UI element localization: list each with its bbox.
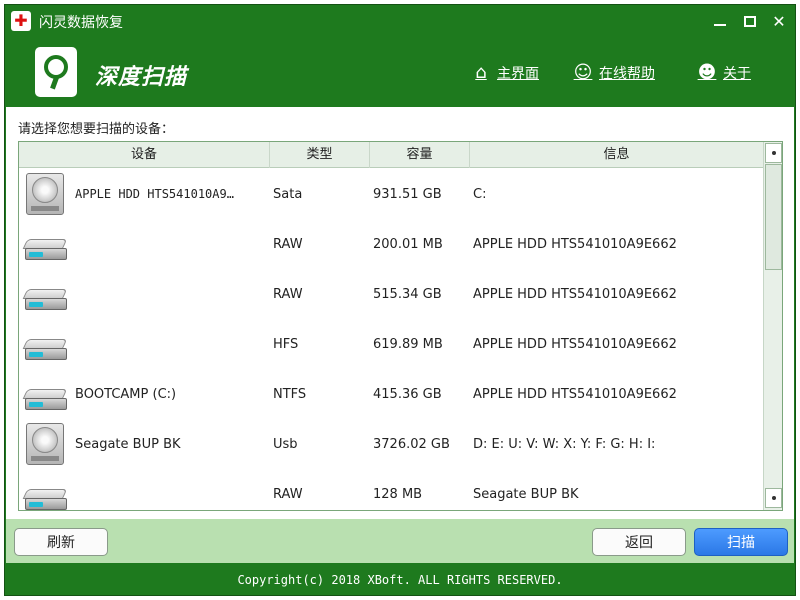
- device-type: Sata: [273, 186, 303, 202]
- table-header: 设备 类型 容量 信息: [19, 142, 763, 168]
- table-row[interactable]: APPLE HDD HTS541010A9… Sata 931.51 GB C:: [19, 169, 763, 219]
- device-name: APPLE HDD HTS541010A9…: [75, 187, 234, 201]
- user-help-icon: ☺: [573, 62, 593, 83]
- partition-drive-icon: [22, 239, 68, 263]
- device-type: RAW: [273, 236, 303, 252]
- column-header-device[interactable]: 设备: [19, 142, 270, 168]
- hard-disk-logo-icon: [35, 47, 77, 97]
- close-icon: ✕: [772, 11, 786, 31]
- table-row[interactable]: BOOTCAMP (C:) NTFS 415.36 GB APPLE HDD H…: [19, 369, 763, 419]
- nav-help-link[interactable]: ☺ 在线帮助: [573, 63, 655, 83]
- app-logo-icon: ✚: [11, 11, 31, 31]
- device-info: APPLE HDD HTS541010A9E662: [473, 286, 677, 302]
- device-info: C:: [473, 186, 487, 202]
- button-bar: 刷新 返回 扫描: [6, 519, 794, 563]
- device-capacity: 931.51 GB: [373, 186, 442, 202]
- home-icon: ⌂: [475, 62, 487, 83]
- device-capacity: 515.34 GB: [373, 286, 442, 302]
- device-type: HFS: [273, 336, 299, 352]
- table-row[interactable]: RAW 515.34 GB APPLE HDD HTS541010A9E662: [19, 269, 763, 319]
- scroll-down-icon: [771, 496, 776, 500]
- device-capacity: 128 MB: [373, 486, 423, 502]
- device-capacity: 415.36 GB: [373, 386, 442, 402]
- scroll-down-button[interactable]: [765, 488, 782, 508]
- maximize-button[interactable]: [739, 11, 761, 31]
- table-body: APPLE HDD HTS541010A9… Sata 931.51 GB C:…: [19, 169, 763, 510]
- device-type: RAW: [273, 486, 303, 502]
- header: 深度扫描 ⌂ 主界面 ☺ 在线帮助 ☻ 关于: [5, 37, 795, 105]
- select-device-prompt: 请选择您想要扫描的设备：: [18, 122, 175, 137]
- device-info: D: E: U: V: W: X: Y: F: G: H: I:: [473, 436, 656, 452]
- content-area: 请选择您想要扫描的设备： 设备 类型 容量 信息 APPLE HDD HTS54…: [6, 107, 794, 519]
- partition-drive-icon: [22, 489, 68, 510]
- scroll-up-icon: [771, 151, 776, 155]
- minimize-button[interactable]: [709, 11, 731, 31]
- device-type: NTFS: [273, 386, 307, 402]
- device-info: APPLE HDD HTS541010A9E662: [473, 236, 677, 252]
- column-header-info[interactable]: 信息: [470, 142, 763, 168]
- smiley-icon: ☻: [697, 62, 717, 83]
- device-info: APPLE HDD HTS541010A9E662: [473, 336, 677, 352]
- device-type: RAW: [273, 286, 303, 302]
- hard-disk-icon: [23, 421, 67, 467]
- device-info: APPLE HDD HTS541010A9E662: [473, 386, 677, 402]
- page-title: 深度扫描: [95, 65, 188, 90]
- device-capacity: 619.89 MB: [373, 336, 443, 352]
- window-title: 闪灵数据恢复: [39, 15, 123, 31]
- partition-drive-icon: [22, 289, 68, 313]
- app-window: ✚ 闪灵数据恢复 ✕ 深度扫描 ⌂ 主界面 ☺ 在线帮助 ☻ 关于 请选择您想要…: [4, 4, 796, 596]
- hard-disk-icon: [23, 171, 67, 217]
- device-info: Seagate BUP BK: [473, 486, 579, 502]
- column-header-capacity[interactable]: 容量: [370, 142, 470, 168]
- device-capacity: 200.01 MB: [373, 236, 443, 252]
- title-bar: ✚ 闪灵数据恢复 ✕: [5, 5, 795, 37]
- device-type: Usb: [273, 436, 298, 452]
- device-name: BOOTCAMP (C:): [75, 386, 177, 402]
- scrollbar-thumb[interactable]: [765, 164, 782, 270]
- partition-drive-icon: [22, 339, 68, 363]
- refresh-button[interactable]: 刷新: [14, 528, 108, 556]
- nav-home-link[interactable]: ⌂ 主界面: [471, 63, 539, 83]
- device-capacity: 3726.02 GB: [373, 436, 450, 452]
- table-row[interactable]: RAW 128 MB Seagate BUP BK: [19, 469, 763, 510]
- nav-home-label: 主界面: [497, 66, 539, 82]
- minimize-icon: [714, 24, 726, 26]
- partition-drive-icon: [22, 389, 68, 413]
- close-button[interactable]: ✕: [768, 11, 790, 31]
- column-header-type[interactable]: 类型: [270, 142, 370, 168]
- vertical-scrollbar[interactable]: [763, 142, 782, 510]
- device-name: Seagate BUP BK: [75, 436, 181, 452]
- nav-about-label: 关于: [723, 66, 751, 82]
- nav-help-label: 在线帮助: [599, 66, 655, 82]
- maximize-icon: [744, 15, 756, 27]
- scroll-up-button[interactable]: [765, 143, 782, 163]
- nav-about-link[interactable]: ☻ 关于: [697, 63, 751, 83]
- table-row[interactable]: Seagate BUP BK Usb 3726.02 GB D: E: U: V…: [19, 419, 763, 469]
- back-button[interactable]: 返回: [592, 528, 686, 556]
- table-row[interactable]: RAW 200.01 MB APPLE HDD HTS541010A9E662: [19, 219, 763, 269]
- scan-button[interactable]: 扫描: [694, 528, 788, 556]
- copyright-text: Copyright(c) 2018 XBoft. ALL RIGHTS RESE…: [237, 573, 563, 587]
- device-table: 设备 类型 容量 信息 APPLE HDD HTS541010A9… Sata …: [18, 141, 783, 511]
- table-row[interactable]: HFS 619.89 MB APPLE HDD HTS541010A9E662: [19, 319, 763, 369]
